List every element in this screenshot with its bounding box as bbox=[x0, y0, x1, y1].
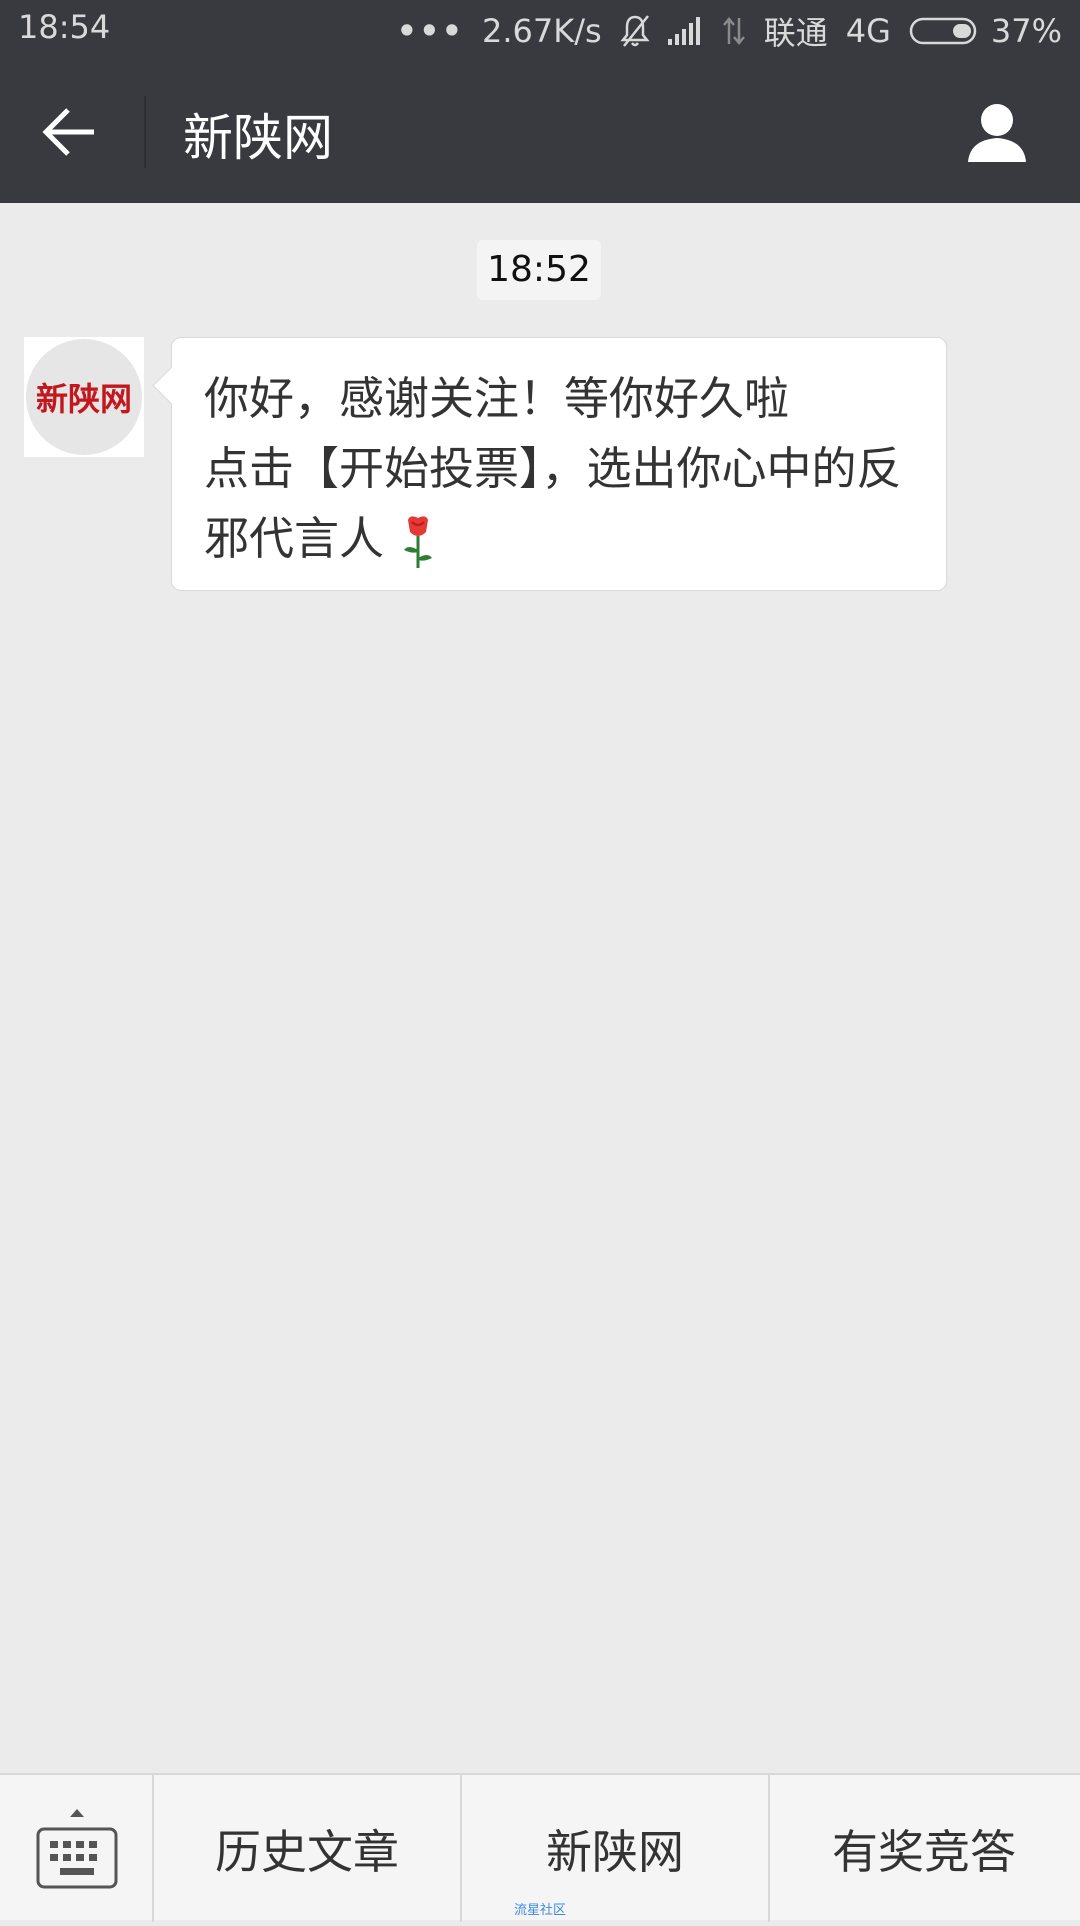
menu-history-articles[interactable]: 历史文章 bbox=[154, 1775, 462, 1922]
menu-xinshaanwang[interactable]: 新陕网 bbox=[462, 1775, 770, 1922]
network-speed: 2.67K/s bbox=[482, 12, 602, 50]
status-time: 18:54 bbox=[18, 8, 111, 46]
title-bar: 新陕网 bbox=[0, 60, 1080, 203]
status-bar: 18:54 ••• 2.67K/s 联通 4G 37% bbox=[0, 0, 1080, 60]
bubble-tail bbox=[152, 366, 191, 405]
title-divider bbox=[144, 96, 146, 168]
bottom-menu: 历史文章 新陕网 有奖竞答 流星社区 bbox=[0, 1773, 1080, 1922]
signal-icon bbox=[667, 17, 704, 45]
message-bubble[interactable]: 你好，感谢关注！等你好久啦 点击【开始投票】，选出你心中的反 邪代言人 bbox=[152, 337, 947, 591]
battery-percent: 37% bbox=[990, 12, 1062, 50]
avatar-logo: 新陕网 bbox=[26, 339, 142, 455]
battery-icon bbox=[909, 17, 977, 45]
rose-icon bbox=[398, 514, 438, 570]
message-line-3: 邪代言人 bbox=[204, 504, 914, 574]
profile-icon[interactable] bbox=[964, 100, 1030, 166]
keyboard-icon bbox=[36, 1809, 118, 1889]
data-arrows-icon bbox=[722, 16, 746, 46]
message-line-2: 点击【开始投票】，选出你心中的反 bbox=[204, 442, 902, 495]
menu-prize-quiz[interactable]: 有奖竞答 bbox=[770, 1775, 1078, 1922]
back-arrow-icon[interactable] bbox=[40, 102, 100, 162]
message-timestamp: 18:52 bbox=[477, 240, 601, 300]
page-title: 新陕网 bbox=[183, 109, 333, 167]
avatar[interactable]: 新陕网 bbox=[24, 337, 144, 457]
watermark-text: 流星社区 bbox=[514, 1903, 567, 1918]
message-line-1: 你好，感谢关注！等你好久啦 bbox=[204, 372, 790, 425]
message-line-3-text: 邪代言人 bbox=[204, 512, 385, 565]
carrier-name: 联通 bbox=[763, 14, 828, 52]
keyboard-toggle[interactable] bbox=[0, 1775, 154, 1922]
battery-status: 37% bbox=[909, 12, 1062, 50]
mute-bell-icon bbox=[620, 14, 650, 48]
status-right: ••• 2.67K/s 联通 4G 37% bbox=[397, 8, 1062, 54]
more-dots: ••• bbox=[396, 12, 465, 50]
network-type: 4G bbox=[845, 12, 891, 50]
